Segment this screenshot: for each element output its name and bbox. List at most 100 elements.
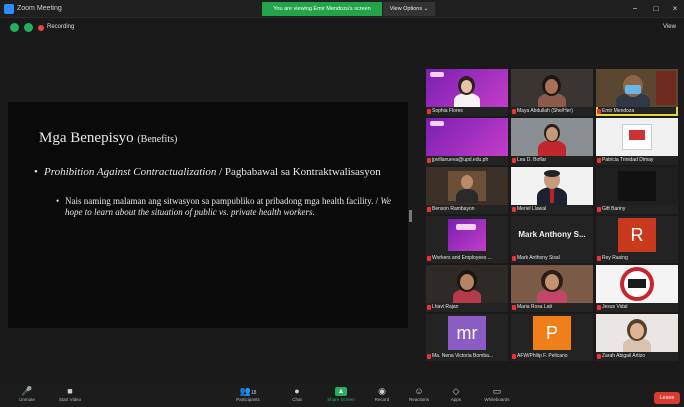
muted-mic-icon <box>427 305 431 310</box>
reactions-button[interactable]: ☺ Reactions <box>404 387 434 407</box>
participant-initial-avatar: R <box>618 218 656 252</box>
participant-tile[interactable]: Zarah Abigail Artizo <box>596 314 678 361</box>
bullet-dot: • <box>34 166 38 178</box>
participant-name: Workers and Employees ... <box>432 255 492 261</box>
viewing-banner: You are viewing Emir Mendoza's screen <box>262 2 382 16</box>
participant-initial-avatar: P <box>533 316 571 350</box>
muted-mic-icon <box>427 158 431 163</box>
participant-name: Ma. Nena Victoria Bomba... <box>432 353 494 359</box>
participant-tile[interactable]: Meriel Llawal <box>511 167 593 214</box>
participant-tile[interactable]: Workers and Employees ... <box>426 216 508 263</box>
participant-display-name: Mark Anthony S... <box>518 230 586 239</box>
participant-tile[interactable]: Lea D. Boflar <box>511 118 593 165</box>
participants-icon: 👥18 <box>239 386 257 397</box>
participant-name: Sophia Flores <box>432 108 463 114</box>
view-button[interactable]: View <box>663 23 676 32</box>
participant-name: Lea D. Boflar <box>517 157 547 163</box>
shared-screen: Mga Benepisyo (Benefits) • Prohibition A… <box>8 102 408 328</box>
video-off-icon: ■ <box>67 386 73 396</box>
muted-mic-icon <box>597 305 601 310</box>
participant-tile[interactable]: Maya Abdullah (She/Her) <box>511 69 593 116</box>
participant-tile[interactable]: Maria Rosa Lati <box>511 265 593 312</box>
participant-name: Patricia Trinidad Dimay <box>602 157 654 163</box>
participant-video <box>596 314 678 352</box>
participant-video <box>511 69 593 107</box>
share-screen-label: Share Screen <box>327 397 355 402</box>
slide-title-sub: (Benefits) <box>137 134 178 145</box>
bullet1-italic: Prohibition Against Contractualization <box>44 166 217 178</box>
participant-tile[interactable]: Jesus Vidal <box>596 265 678 312</box>
participant-name: Lhavi Rajan <box>432 304 459 310</box>
participant-tile[interactable]: jpvillanueva@upd.edu.ph <box>426 118 508 165</box>
participant-name: Gift Bariny <box>602 206 626 212</box>
apps-label: Apps <box>450 397 462 402</box>
encryption-shield-icon[interactable] <box>10 23 19 32</box>
participant-name: Emir Mendoza <box>602 108 635 114</box>
share-screen-button[interactable]: ▲ Share Screen <box>322 387 360 407</box>
participant-tile[interactable]: Patricia Trinidad Dimay <box>596 118 678 165</box>
org-logo-icon <box>430 72 444 77</box>
apps-button[interactable]: ◇ Apps <box>444 387 468 407</box>
muted-mic-icon <box>427 256 431 261</box>
muted-mic-icon <box>512 354 516 359</box>
meeting-toolbar: 🎤 Unmute ■ Start Video 👥18 Participants … <box>0 384 684 407</box>
participant-name: Maria Rosa Lati <box>517 304 553 310</box>
unmute-label: Unmute <box>19 397 35 402</box>
unmute-button[interactable]: 🎤 Unmute <box>12 387 42 407</box>
participant-video: P <box>511 314 593 352</box>
reactions-icon: ☺ <box>414 386 424 396</box>
participant-tile[interactable]: Mark Anthony S... Mark Anthony Sisal <box>511 216 593 263</box>
view-options-button[interactable]: View Options ⌄ <box>383 2 435 16</box>
chat-button[interactable]: ● Chat <box>284 387 310 407</box>
participant-video: R <box>596 216 678 254</box>
participant-name: jpvillanueva@upd.edu.ph <box>432 157 489 163</box>
participant-video <box>511 118 593 156</box>
meeting-info-icon[interactable] <box>24 23 33 32</box>
muted-mic-icon <box>427 109 431 114</box>
participant-name: Meriel Llawal <box>517 206 547 212</box>
whiteboard-icon: ▭ <box>492 386 502 396</box>
muted-mic-icon <box>512 109 516 114</box>
participant-tile[interactable]: Benson Rambayon <box>426 167 508 214</box>
participant-video: mr <box>426 314 508 352</box>
muted-mic-icon <box>512 305 516 310</box>
share-screen-icon: ▲ <box>335 387 347 396</box>
participant-video <box>426 216 508 254</box>
slide-bullet-2: • Nais naming malaman ang sitwasyon sa p… <box>56 196 396 217</box>
muted-mic-icon <box>597 158 601 163</box>
start-video-button[interactable]: ■ Start Video <box>52 387 88 407</box>
muted-mic-icon <box>427 207 431 212</box>
participant-tile[interactable]: mr Ma. Nena Victoria Bomba... <box>426 314 508 361</box>
leave-button[interactable]: Leave <box>654 392 680 404</box>
reactions-label: Reactions <box>408 397 429 402</box>
whiteboards-button[interactable]: ▭ Whiteboards <box>478 387 516 407</box>
org-logo-icon <box>430 121 444 126</box>
bullet-dot: • <box>56 196 60 206</box>
participant-video <box>596 118 678 156</box>
participant-video <box>426 167 508 205</box>
participant-video <box>596 167 678 205</box>
zoom-logo-icon <box>4 4 14 14</box>
close-button[interactable]: × <box>668 3 682 15</box>
participant-tile[interactable]: P AFW/Philip F. Pelicano <box>511 314 593 361</box>
muted-mic-icon <box>597 109 601 114</box>
participant-tile[interactable]: Lhavi Rajan <box>426 265 508 312</box>
minimize-button[interactable]: − <box>628 3 642 15</box>
participants-button[interactable]: 👥18 Participants <box>228 387 268 407</box>
participant-name: Mark Anthony Sisal <box>517 255 560 261</box>
participant-tile[interactable]: Gift Bariny <box>596 167 678 214</box>
meeting-info-bar: Recording View <box>0 19 684 37</box>
participant-name: Jesus Vidal <box>602 304 628 310</box>
split-divider-handle[interactable] <box>409 210 412 222</box>
participant-tile[interactable]: R Rey Rasing <box>596 216 678 263</box>
participant-tile[interactable]: Sophia Flores <box>426 69 508 116</box>
participant-video <box>426 118 508 156</box>
mic-muted-icon: 🎤 <box>21 386 33 396</box>
chat-icon: ● <box>294 386 300 396</box>
participant-video <box>511 265 593 303</box>
participant-name: AFW/Philip F. Pelicano <box>517 353 568 359</box>
muted-mic-icon <box>597 256 601 261</box>
record-button[interactable]: ◉ Record <box>368 387 396 407</box>
maximize-button[interactable]: □ <box>649 3 663 15</box>
participant-tile-active-speaker[interactable]: Emir Mendoza <box>596 69 678 116</box>
